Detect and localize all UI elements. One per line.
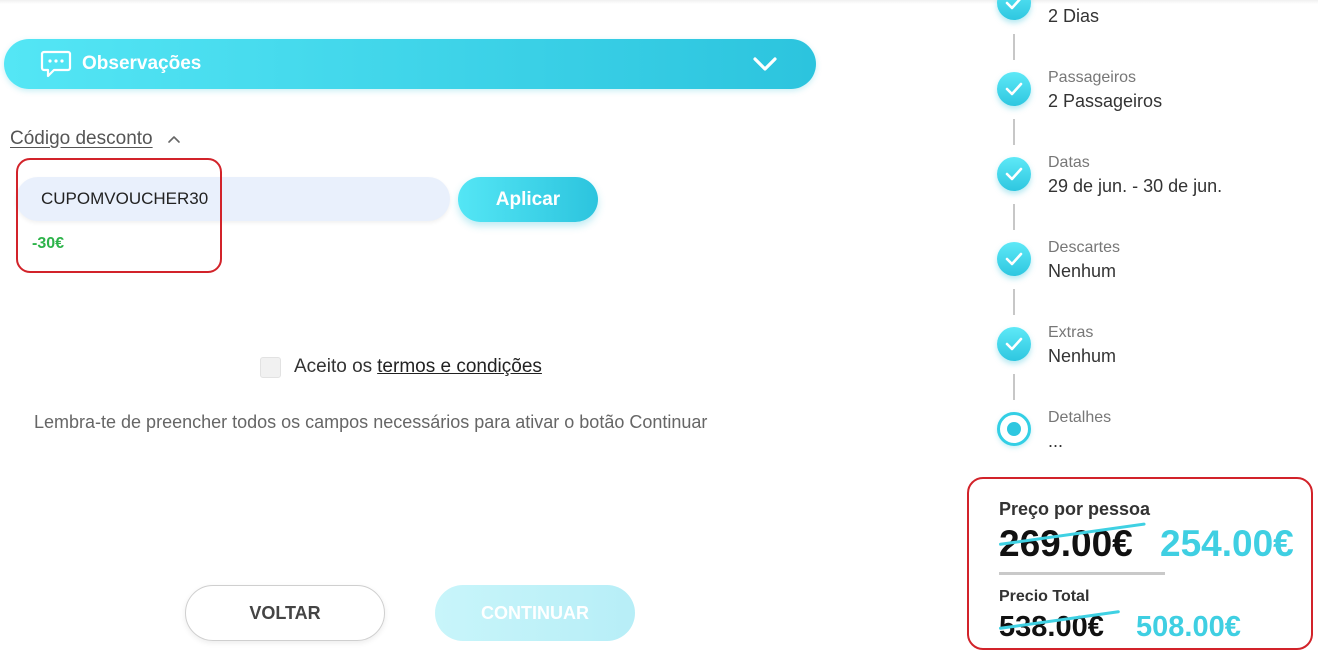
- step-label-dates: Datas: [1048, 154, 1090, 171]
- step-current-icon: [997, 412, 1031, 446]
- apply-button[interactable]: Aplicar: [458, 177, 598, 222]
- discount-code-toggle[interactable]: Código desconto: [10, 128, 181, 150]
- discount-code-label: Código desconto: [10, 128, 153, 149]
- step-value-passengers: 2 Passageiros: [1048, 91, 1163, 111]
- step-connector: [1013, 374, 1015, 400]
- price-summary: Preço por pessoa 269.00€ 254.00€ Precio …: [967, 477, 1313, 650]
- observations-toggle[interactable]: Observações: [4, 39, 816, 89]
- booking-steps: 2 Dias Passageiros 2 Passageiros Datas 2…: [996, 0, 1306, 470]
- chevron-down-icon[interactable]: [752, 52, 778, 76]
- back-button[interactable]: VOLTAR: [185, 585, 385, 641]
- continue-button[interactable]: CONTINUAR: [435, 585, 635, 641]
- chat-bubble-icon: [40, 49, 72, 79]
- terms-row: Aceito os termos e condições: [260, 356, 542, 378]
- terms-link[interactable]: termos e condições: [377, 356, 542, 378]
- chevron-up-icon: [167, 134, 181, 144]
- price-divider: [999, 572, 1165, 575]
- step-check-icon: [997, 242, 1031, 276]
- step-value-dates: 29 de jun. - 30 de jun.: [1048, 176, 1223, 196]
- step-check-icon: [997, 157, 1031, 191]
- step-connector: [1013, 34, 1015, 60]
- step-connector: [1013, 119, 1015, 145]
- step-label-waivers: Descartes: [1048, 239, 1121, 256]
- step-value-waivers: Nenhum: [1048, 261, 1117, 281]
- step-connector: [1013, 289, 1015, 315]
- step-check-icon: [997, 72, 1031, 106]
- price-total-new: 508.00€: [1136, 611, 1241, 643]
- step-label-details: Detalhes: [1048, 409, 1112, 426]
- price-total-label: Precio Total: [999, 588, 1090, 605]
- step-value-details: ...: [1048, 431, 1064, 451]
- price-per-person-new: 254.00€: [1160, 523, 1294, 564]
- reminder-text: Lembra-te de preencher todos os campos n…: [34, 412, 708, 432]
- step-check-icon: [997, 0, 1031, 20]
- step-check-icon: [997, 327, 1031, 361]
- step-label-extras: Extras: [1048, 324, 1094, 341]
- step-value-extras: Nenhum: [1048, 346, 1117, 366]
- step-current-dot: [1007, 422, 1021, 436]
- discount-code-input[interactable]: [16, 177, 450, 221]
- step-label-passengers: Passageiros: [1048, 69, 1137, 86]
- step-connector: [1013, 204, 1015, 230]
- step-value-days: 2 Dias: [1048, 6, 1100, 26]
- terms-prefix-text: Aceito os: [294, 356, 373, 377]
- discount-amount: -30€: [32, 235, 65, 252]
- observations-label: Observações: [82, 53, 202, 74]
- price-per-person-label: Preço por pessoa: [999, 499, 1151, 519]
- terms-checkbox[interactable]: [260, 356, 281, 378]
